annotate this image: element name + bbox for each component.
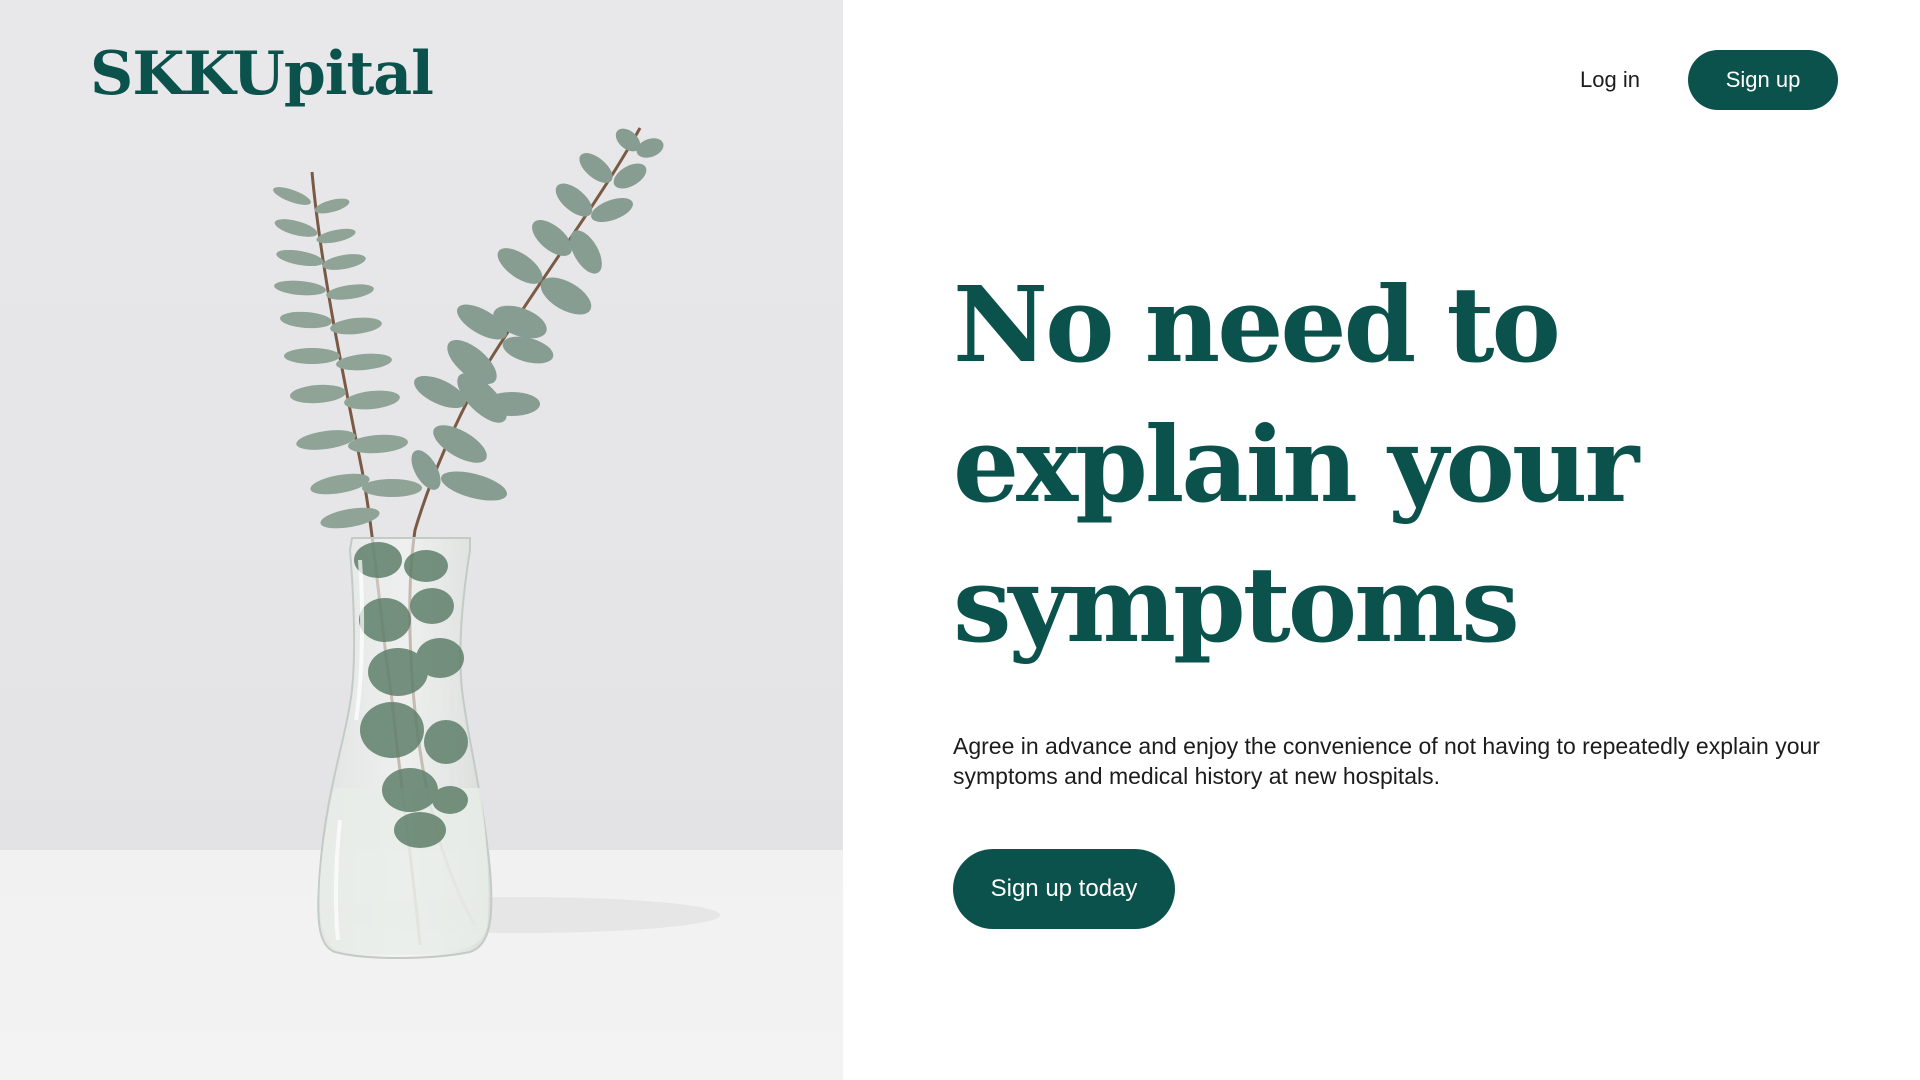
hero-content: No need to explain your symptoms Agree i…	[953, 255, 1853, 929]
signup-button[interactable]: Sign up	[1688, 50, 1838, 110]
brand-logo[interactable]: SKKUpital	[90, 44, 434, 104]
eucalyptus-vase-illustration	[0, 127, 843, 1080]
hero-headline: No need to explain your symptoms	[953, 263, 1639, 666]
signup-today-button[interactable]: Sign up today	[953, 849, 1175, 929]
login-link[interactable]: Log in	[1580, 67, 1640, 93]
top-nav: Log in Sign up	[1580, 50, 1838, 110]
hero-image-eucalyptus-vase: SKKUpital	[0, 0, 843, 1080]
hero-description: Agree in advance and enjoy the convenien…	[953, 733, 1820, 789]
landing-page: SKKUpital Log in Sign up No need to expl…	[0, 0, 1920, 1080]
